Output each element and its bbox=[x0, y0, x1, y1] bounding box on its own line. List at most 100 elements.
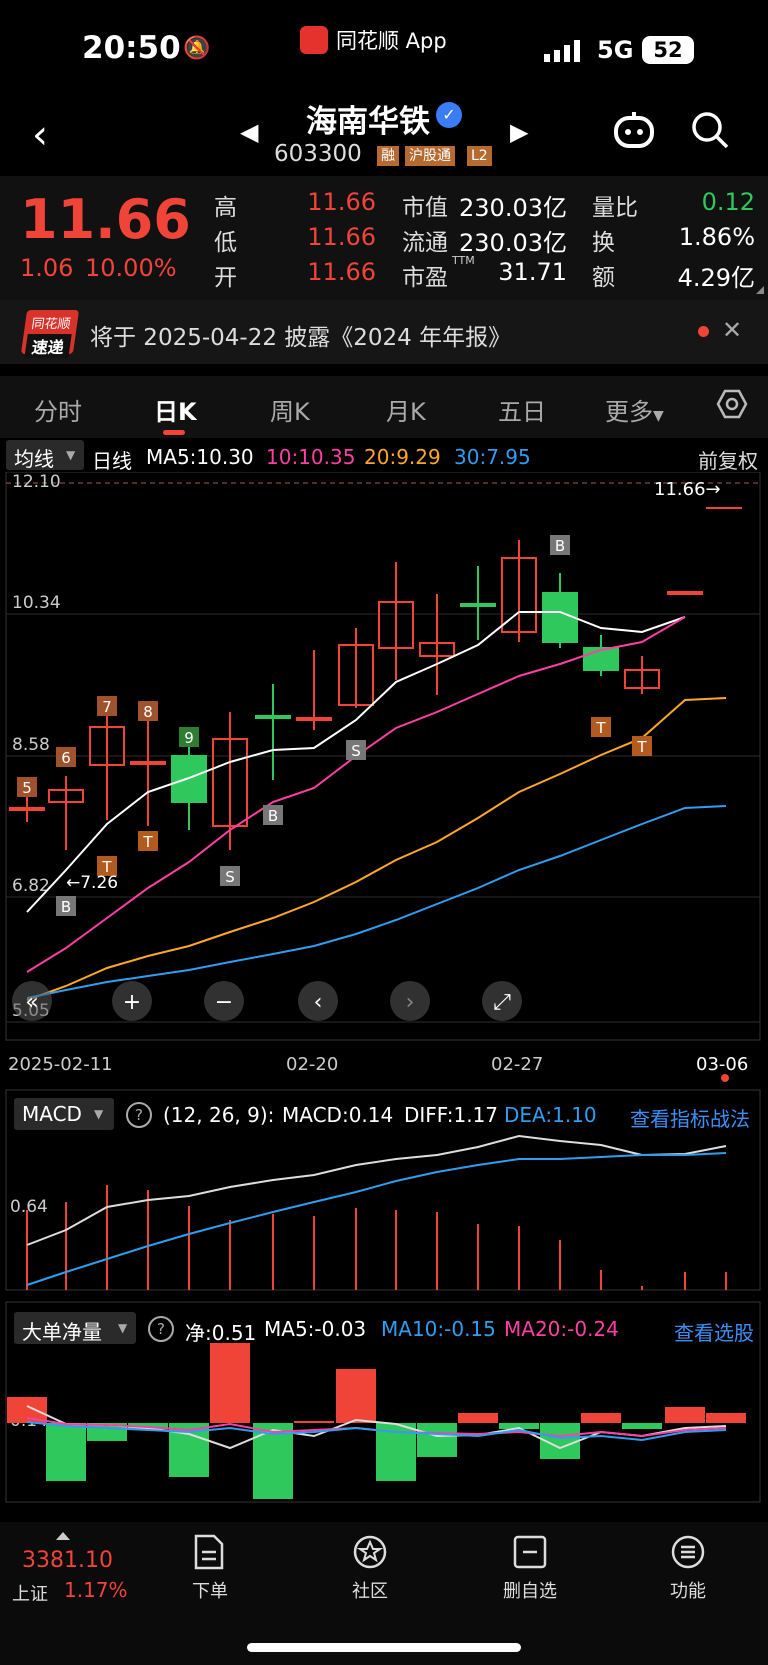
caret-down-icon: ▼ bbox=[118, 1321, 128, 1335]
signal-label: T bbox=[595, 719, 606, 737]
stock-name: 海南华铁 bbox=[306, 104, 430, 140]
x-axis-label: 2025-02-11 bbox=[8, 1054, 113, 1075]
net-value: 净:0.51 bbox=[185, 1321, 257, 1345]
caret-down-icon: ▼ bbox=[94, 1107, 104, 1121]
ma20-value: 20:9.29 bbox=[364, 445, 441, 469]
signal-label: B bbox=[555, 537, 565, 555]
community-icon[interactable] bbox=[352, 1534, 388, 1570]
bigorder-ma20: MA20:-0.24 bbox=[504, 1317, 619, 1341]
home-indicator[interactable] bbox=[247, 1643, 521, 1652]
y-axis-label: 10.34 bbox=[12, 593, 61, 613]
index-value[interactable]: 3381.10 bbox=[22, 1548, 113, 1573]
settings-icon[interactable] bbox=[716, 388, 748, 420]
logo-bottom-text: 速递 bbox=[24, 334, 72, 358]
notice-text[interactable]: 将于 2025-04-22 披露《2024 年年报》 bbox=[90, 318, 511, 352]
tab-weekly[interactable]: 周K bbox=[270, 392, 310, 427]
low-label: 低 bbox=[214, 230, 237, 256]
bigorder-bar bbox=[46, 1423, 86, 1481]
stock-code: 603300 bbox=[274, 141, 362, 167]
order-icon[interactable] bbox=[192, 1534, 226, 1570]
tab-daily[interactable]: 日K bbox=[154, 392, 197, 427]
unread-dot bbox=[698, 326, 709, 337]
app-name: 同花顺 App bbox=[336, 29, 447, 53]
app-indicator: 同花顺 App bbox=[300, 25, 447, 55]
prev-stock-icon[interactable]: ◀ bbox=[240, 118, 258, 146]
turnover-label: 换 bbox=[592, 230, 615, 256]
signal-label: B bbox=[61, 898, 71, 916]
tab-intraday[interactable]: 分时 bbox=[34, 392, 82, 427]
app-icon bbox=[300, 26, 328, 54]
function-label[interactable]: 功能 bbox=[648, 1577, 728, 1603]
remove-watchlist-icon[interactable] bbox=[512, 1534, 548, 1570]
candle-body bbox=[667, 591, 703, 595]
bigorder-bar bbox=[7, 1397, 47, 1423]
menu-icon[interactable] bbox=[670, 1534, 706, 1570]
search-icon[interactable] bbox=[690, 110, 730, 150]
next-stock-icon[interactable]: ▶ bbox=[510, 118, 528, 146]
signal-label: 8 bbox=[143, 703, 153, 721]
signal-label: B bbox=[268, 807, 278, 825]
logo-top-text: 同花顺 bbox=[30, 317, 72, 332]
pe-label: 市盈 bbox=[402, 265, 448, 291]
last-price-marker: 11.66→ bbox=[654, 479, 721, 500]
candle-body bbox=[255, 715, 291, 719]
float-label: 流通 bbox=[402, 230, 448, 256]
indicator-type-label: 均线 bbox=[14, 447, 54, 471]
macd-select[interactable]: MACD ▼ bbox=[14, 1098, 114, 1130]
index-name: 上证 bbox=[12, 1584, 48, 1605]
order-label[interactable]: 下单 bbox=[170, 1577, 250, 1603]
candle-body bbox=[130, 761, 166, 765]
open-value: 11.66 bbox=[307, 258, 376, 286]
remove-watchlist-label[interactable]: 删自选 bbox=[490, 1577, 570, 1603]
active-tab-indicator bbox=[163, 430, 185, 435]
ma5-value: MA5:10.30 bbox=[146, 445, 254, 469]
candle-body bbox=[9, 807, 45, 811]
current-price: 11.66 bbox=[20, 188, 191, 251]
candle-body bbox=[460, 603, 496, 607]
help-icon[interactable]: ? bbox=[148, 1316, 174, 1342]
float-value: 230.03亿 bbox=[459, 229, 567, 257]
pe-value: 31.71 bbox=[498, 258, 567, 286]
bigorder-bar bbox=[665, 1407, 705, 1423]
tab-monthly[interactable]: 月K bbox=[386, 392, 426, 427]
robot-assistant-icon[interactable] bbox=[612, 110, 656, 150]
macd-value: MACD:0.14 bbox=[282, 1103, 394, 1127]
bigorder-bar bbox=[458, 1413, 498, 1423]
signal-label: 5 bbox=[22, 779, 32, 797]
verified-icon: ✓ bbox=[436, 102, 462, 128]
tab-more-label: 更多 bbox=[605, 398, 653, 426]
close-icon[interactable]: ✕ bbox=[722, 316, 742, 344]
x-axis-label: 02-27 bbox=[491, 1054, 543, 1075]
adjust-mode[interactable]: 前复权 bbox=[698, 445, 758, 474]
turnover-value: 1.86% bbox=[678, 223, 755, 251]
bigorder-bar bbox=[336, 1369, 376, 1423]
view-screener-link[interactable]: 查看选股 bbox=[674, 1317, 754, 1346]
view-indicator-link[interactable]: 查看指标战法 bbox=[630, 1103, 750, 1132]
tab-more[interactable]: 更多▼ bbox=[605, 392, 664, 427]
signal-label: T bbox=[142, 833, 153, 851]
kline-chart[interactable]: 12.1010.348.586.825.0511.66→56789BTTSBSB… bbox=[0, 472, 768, 1522]
x-axis-label: 02-20 bbox=[286, 1054, 338, 1075]
flash-news-logo: 同花顺 速递 bbox=[20, 310, 80, 358]
signal-label: 6 bbox=[61, 749, 71, 767]
community-label[interactable]: 社区 bbox=[330, 1577, 410, 1603]
back-icon[interactable]: ‹ bbox=[32, 112, 48, 158]
bigorder-bar bbox=[581, 1413, 621, 1423]
tab-five-day[interactable]: 五日 bbox=[498, 392, 546, 427]
expand-corner-icon[interactable] bbox=[756, 286, 764, 294]
index-up-icon bbox=[56, 1532, 70, 1540]
signal-icon bbox=[544, 40, 580, 62]
l2-tag: L2 bbox=[467, 146, 492, 166]
indicator-type-select[interactable]: 均线 ▼ bbox=[6, 440, 84, 471]
volratio-value: 0.12 bbox=[701, 188, 755, 216]
bigorder-bar bbox=[622, 1423, 662, 1429]
chart-control-icon: ‹ bbox=[314, 990, 323, 1015]
chart-control-icon: ⤢ bbox=[493, 990, 511, 1015]
connect-tag: 沪股通 bbox=[405, 146, 455, 166]
amount-label: 额 bbox=[592, 265, 615, 291]
high-label: 高 bbox=[214, 195, 237, 221]
signal-label: S bbox=[351, 742, 361, 760]
bigorder-select[interactable]: 大单净量 ▼ bbox=[14, 1312, 136, 1344]
mktcap-value: 230.03亿 bbox=[459, 194, 567, 222]
help-icon[interactable]: ? bbox=[126, 1102, 152, 1128]
